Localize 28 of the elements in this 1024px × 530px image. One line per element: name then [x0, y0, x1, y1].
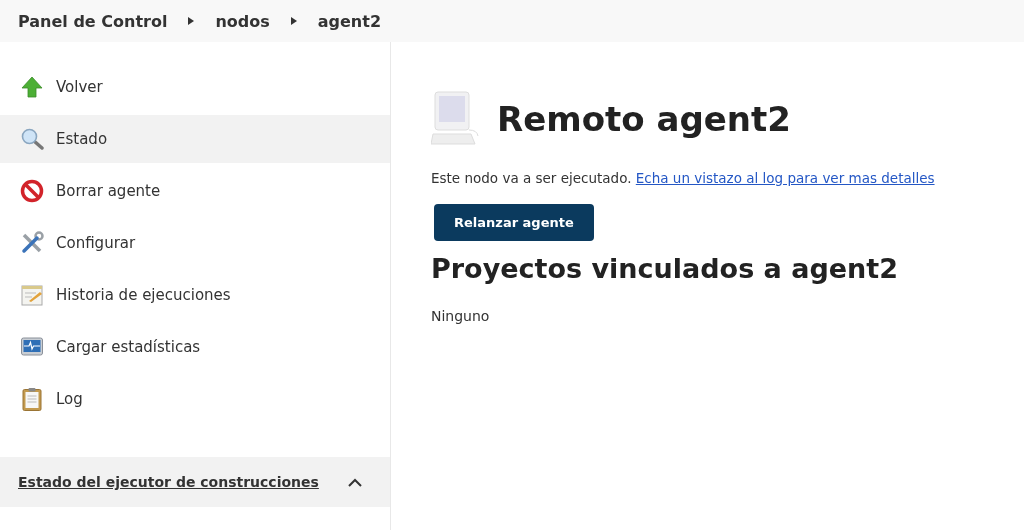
caret-icon	[188, 17, 195, 25]
sidebar-item[interactable]: Log	[0, 375, 390, 423]
sidebar-item[interactable]: Configurar	[0, 219, 390, 267]
tools-icon	[20, 231, 44, 255]
caret-icon	[290, 17, 297, 25]
relaunch-button[interactable]: Relanzar agente	[434, 204, 594, 241]
breadcrumb-link[interactable]: agent2	[317, 11, 382, 31]
computer-icon	[431, 90, 479, 148]
clipboard-icon	[20, 387, 44, 411]
monitor-icon	[20, 335, 44, 359]
notepad-icon	[20, 283, 44, 307]
arrow-up-icon	[20, 75, 44, 99]
sidebar-item[interactable]: Borrar agente	[0, 167, 390, 215]
prohibited-icon	[20, 179, 44, 203]
section-heading: Proyectos vinculados a agent2	[431, 253, 899, 284]
sidebar-item[interactable]: Historia de ejecuciones	[0, 271, 390, 319]
status-message: Este nodo va a ser ejecutado. Echa un vistazo al log para ver mas detalles	[431, 170, 936, 186]
chevron-icon[interactable]	[348, 477, 362, 487]
sidebar-item[interactable]: Volver	[0, 63, 390, 111]
sidebar-item[interactable]: Cargar estadísticas	[0, 323, 390, 371]
page-title: Remoto agent2	[497, 99, 791, 139]
magnifier-icon	[20, 127, 44, 151]
sidebar-item[interactable]: Estado	[0, 115, 390, 163]
breadcrumb-link[interactable]: nodos	[215, 11, 270, 31]
empty-text: Ninguno	[431, 308, 491, 324]
panel-title[interactable]: Estado del ejecutor de construcciones	[18, 474, 319, 490]
breadcrumb-link[interactable]: Panel de Control	[18, 11, 168, 31]
log-link[interactable]: Echa un vistazo al log para ver mas detalles	[635, 170, 935, 186]
